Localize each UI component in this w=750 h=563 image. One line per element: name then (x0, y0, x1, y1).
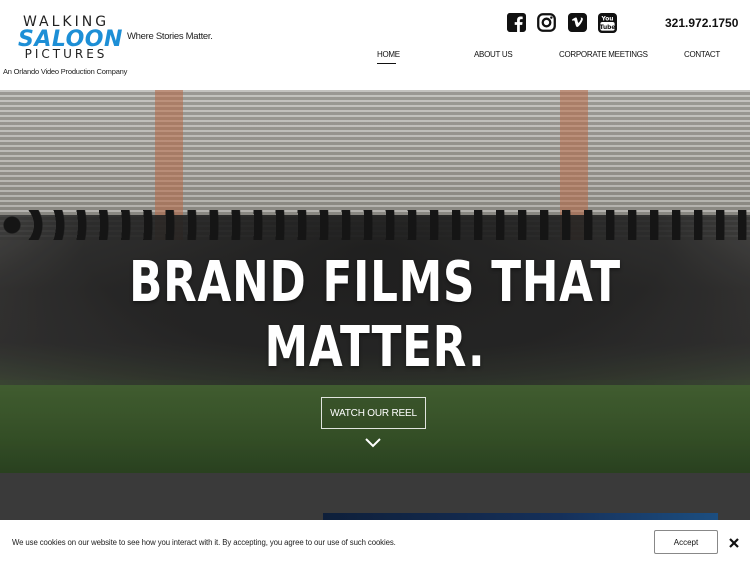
logo[interactable]: WALKING SALOON PICTURES (18, 14, 122, 61)
hero-title: BRAND FILMS THAT MATTER. (129, 250, 621, 380)
phone-number[interactable]: 321.972.1750 (665, 16, 738, 30)
chevron-down-icon[interactable] (364, 436, 382, 448)
logo-line-3: PICTURES (24, 47, 108, 61)
company-subtitle: An Orlando Video Production Company (3, 67, 128, 76)
tagline: Where Stories Matter. (127, 31, 213, 42)
svg-text:You: You (601, 17, 614, 23)
nav-contact[interactable]: CONTACT (684, 50, 720, 59)
close-icon[interactable] (728, 536, 740, 548)
nav-about-us[interactable]: ABOUT US (474, 50, 513, 59)
facebook-icon[interactable] (507, 13, 527, 33)
vimeo-icon[interactable] (568, 13, 588, 33)
accept-cookies-button[interactable]: Accept (654, 530, 718, 554)
nav-corporate-meetings[interactable]: CORPORATE MEETINGS (559, 50, 648, 59)
cookie-message: We use cookies on our website to see how… (12, 538, 396, 547)
nav-active-indicator (377, 63, 396, 64)
youtube-icon[interactable]: You Tube (598, 13, 618, 33)
watch-reel-button[interactable]: WATCH OUR REEL (321, 397, 426, 429)
nav-home[interactable]: HOME (377, 50, 400, 59)
site-header: WALKING SALOON PICTURES Where Stories Ma… (0, 0, 750, 90)
cookie-banner: We use cookies on our website to see how… (0, 520, 750, 563)
instagram-icon[interactable] (537, 13, 557, 33)
svg-text:Tube: Tube (600, 25, 616, 31)
hero-banner: BRAND FILMS THAT MATTER. WATCH OUR REEL (0, 90, 750, 473)
